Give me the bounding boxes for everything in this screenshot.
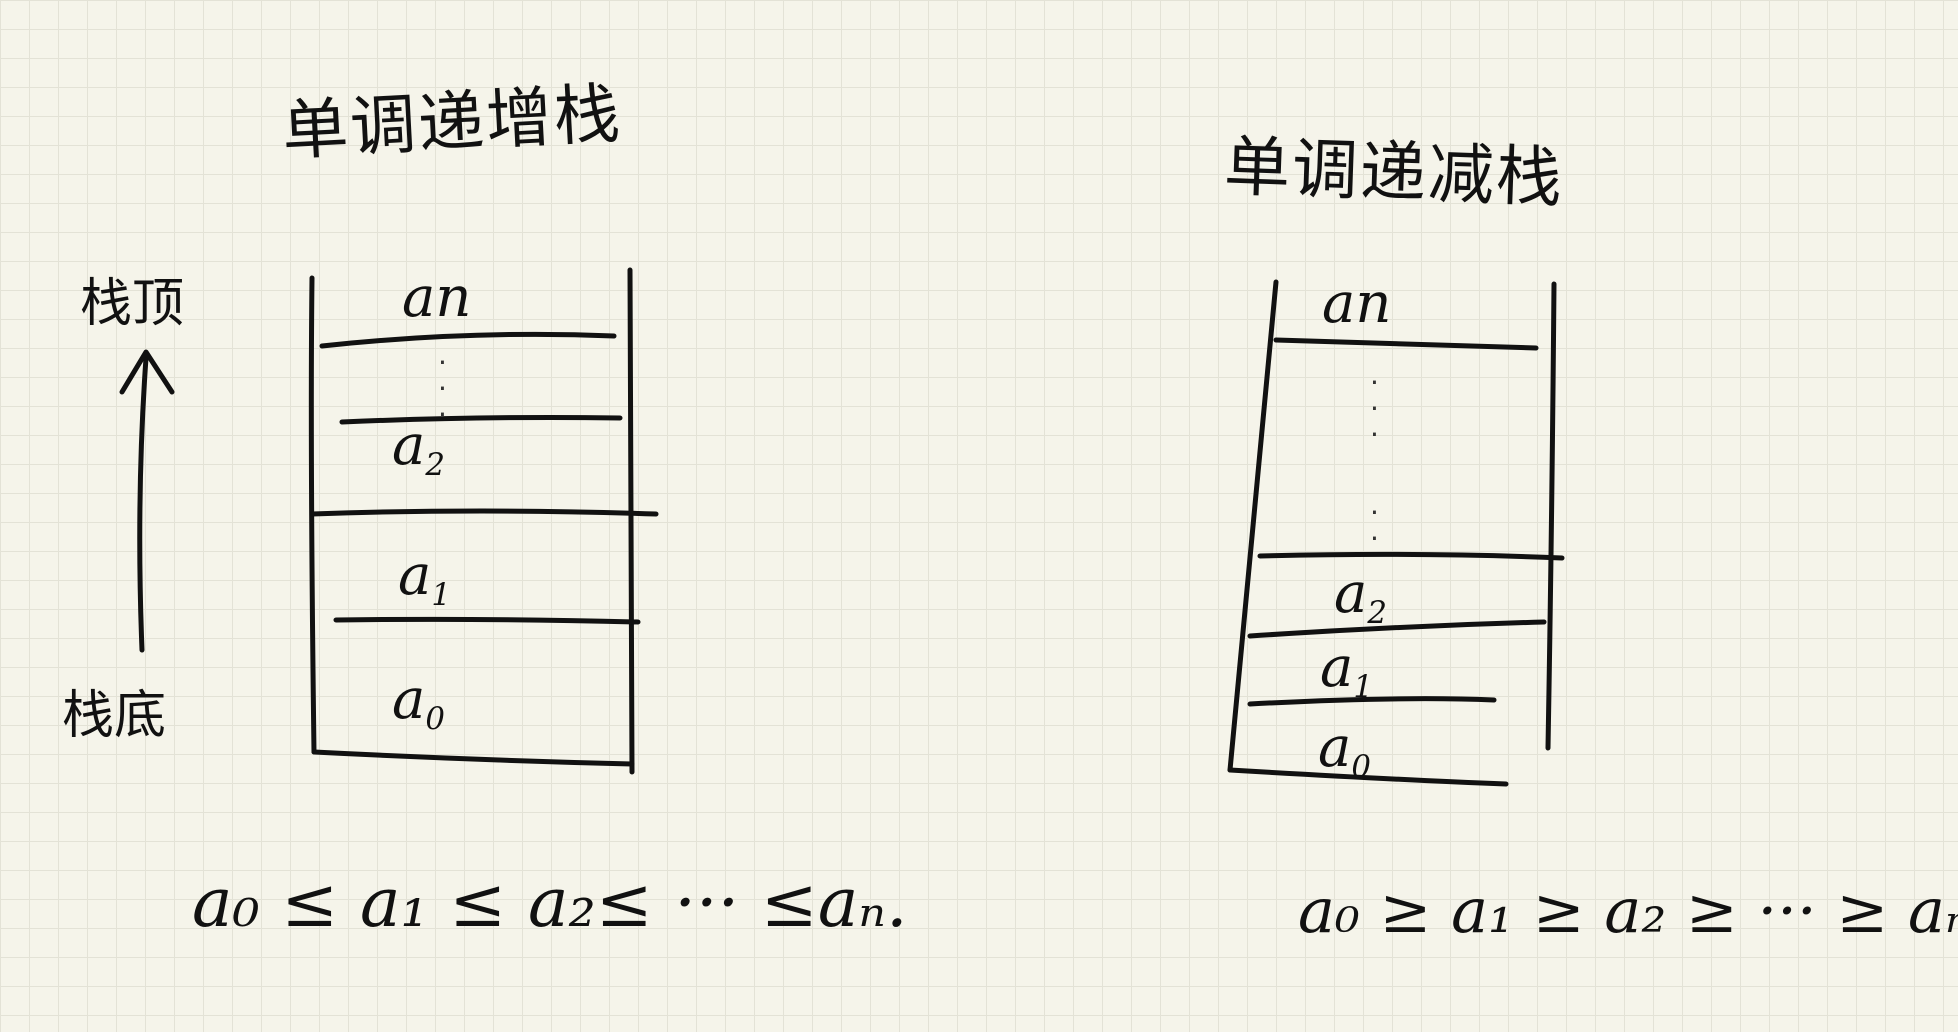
dec-stack-title: 单调递减栈 — [1222, 128, 1566, 217]
inc-cell-an: an — [402, 265, 472, 330]
dec-divider-an — [1273, 337, 1539, 351]
dec-cell-a2: a2 — [1334, 561, 1387, 631]
dec-divider-a2 — [1247, 619, 1547, 639]
inc-cell-a0: a0 — [392, 667, 445, 737]
dec-divider-dots — [1257, 551, 1565, 561]
inc-stack-title: 单调递增栈 — [280, 75, 624, 170]
dec-cell-a1: a1 — [1320, 635, 1373, 705]
inc-stack-bottom — [311, 749, 635, 767]
inc-divider-dots — [339, 415, 623, 425]
dec-formula: a₀ ≥ a₁ ≥ a₂ ≥ ··· ≥ aₙ — [1298, 874, 1958, 947]
inc-formula: a₀ ≤ a₁ ≤ a₂≤ ··· ≤aₙ. — [192, 864, 908, 943]
dec-stack-left-wall — [1227, 279, 1279, 773]
inc-ellipsis: · · · — [438, 346, 447, 431]
inc-stack-right-wall — [627, 267, 635, 775]
stack-bottom-label: 栈底 — [62, 686, 167, 746]
inc-cell-a1: a1 — [398, 543, 451, 613]
inc-cell-a2: a2 — [392, 413, 445, 483]
dec-ellipsis: · · · · · — [1370, 366, 1379, 555]
dec-stack-right-wall — [1545, 281, 1557, 751]
inc-divider-an — [319, 331, 617, 349]
inc-divider-a2 — [309, 508, 659, 517]
dec-cell-a0: a0 — [1318, 715, 1371, 785]
stack-top-label: 栈顶 — [80, 274, 185, 334]
inc-divider-a1 — [333, 616, 641, 625]
dec-cell-an: an — [1322, 271, 1392, 336]
up-arrow-shaft — [137, 355, 149, 653]
